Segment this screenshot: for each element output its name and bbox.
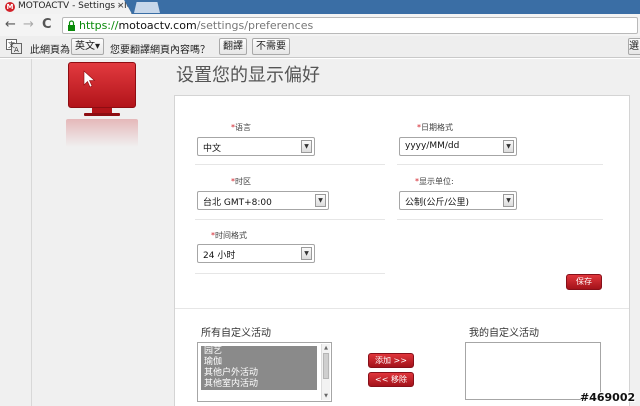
dropdown-arrow-icon: ▼ <box>301 247 312 260</box>
url-text: https://motoactv.com/settings/preference… <box>79 19 314 32</box>
translate-infobar: 文 A 此網頁為 英文▾ 您要翻譯網頁內容嗎？ 翻譯 不需要 選項 <box>0 36 640 58</box>
scrollbar-thumb[interactable] <box>323 353 329 379</box>
chevron-down-icon: ▾ <box>95 41 101 52</box>
page-content: 设置您的显示偏好 *语言 中文 ▼ *日期格式 yyyy/MM/dd ▼ *时区… <box>0 59 640 406</box>
add-activity-button[interactable]: 添加 >> <box>368 353 414 368</box>
tab-close-icon[interactable]: × <box>117 1 125 11</box>
translate-prompt-prefix: 此網頁為 <box>30 45 70 56</box>
timezone-select[interactable]: 台北 GMT+8:00 ▼ <box>197 191 329 210</box>
lock-icon <box>68 20 75 31</box>
monitor-foot <box>84 113 120 116</box>
timezone-value: 台北 GMT+8:00 <box>203 198 272 208</box>
list-item[interactable]: 园艺 <box>201 346 317 357</box>
all-activities-title: 所有自定义活动 <box>201 328 271 339</box>
back-arrow-icon[interactable]: ← <box>5 17 16 32</box>
svg-text:A: A <box>14 46 19 54</box>
source-language-dropdown[interactable]: 英文▾ <box>71 38 105 55</box>
scroll-up-icon[interactable]: ▲ <box>322 345 330 351</box>
dropdown-arrow-icon: ▼ <box>315 194 326 207</box>
reload-icon[interactable]: C <box>42 17 52 32</box>
timezone-label: *时区 <box>231 177 251 186</box>
translate-button[interactable]: 翻譯 <box>219 38 247 55</box>
dropdown-arrow-icon: ▼ <box>301 140 312 153</box>
divider <box>31 59 32 406</box>
time-format-select[interactable]: 24 小时 ▼ <box>197 244 315 263</box>
date-format-label: *日期格式 <box>417 123 453 132</box>
display-monitor-icon <box>68 62 136 108</box>
list-item[interactable]: 其他室内活动 <box>201 379 317 390</box>
translate-options-button[interactable]: 選項 <box>628 38 640 55</box>
watermark: #469002 <box>580 391 636 404</box>
activity-list: 园艺 瑜伽 其他户外活动 其他室内活动 <box>201 346 317 390</box>
new-tab-button[interactable] <box>134 2 160 13</box>
translate-prompt-question: 您要翻譯網頁內容嗎？ <box>110 45 210 56</box>
language-select[interactable]: 中文 ▼ <box>197 137 315 156</box>
listbox-scrollbar[interactable]: ▲ ▼ <box>321 344 330 400</box>
date-format-select[interactable]: yyyy/MM/dd ▼ <box>399 137 517 156</box>
tab-title: MOTOACTV - Settings - M <box>18 1 132 11</box>
list-item[interactable]: 瑜伽 <box>201 357 317 368</box>
all-activities-listbox[interactable]: 园艺 瑜伽 其他户外活动 其他室内活动 ▲ ▼ <box>197 342 332 402</box>
divider <box>397 219 603 220</box>
time-format-value: 24 小时 <box>203 251 236 261</box>
save-button[interactable]: 保存 <box>566 274 602 290</box>
remove-activity-button[interactable]: << 移除 <box>368 372 414 387</box>
display-units-value: 公制(公斤/公里) <box>405 198 470 208</box>
dropdown-arrow-icon: ▼ <box>503 140 514 153</box>
my-activities-title: 我的自定义活动 <box>469 328 539 339</box>
divider <box>195 273 385 274</box>
scroll-down-icon[interactable]: ▼ <box>322 393 330 399</box>
dropdown-arrow-icon: ▼ <box>503 194 514 207</box>
divider <box>397 164 603 165</box>
divider <box>195 164 385 165</box>
monitor-reflection <box>66 119 138 147</box>
display-units-select[interactable]: 公制(公斤/公里) ▼ <box>399 191 517 210</box>
preferences-panel: *语言 中文 ▼ *日期格式 yyyy/MM/dd ▼ *时区 台北 GMT+8… <box>174 95 630 406</box>
divider <box>195 219 385 220</box>
tab-strip: M MOTOACTV - Settings - M × <box>0 0 640 14</box>
divider <box>175 308 629 309</box>
list-item[interactable]: 其他户外活动 <box>201 368 317 379</box>
forward-arrow-icon[interactable]: → <box>23 17 34 32</box>
address-bar[interactable]: https://motoactv.com/settings/preference… <box>62 17 638 34</box>
date-format-value: yyyy/MM/dd <box>405 141 460 151</box>
browser-tab[interactable]: M MOTOACTV - Settings - M × <box>0 0 132 14</box>
page-title: 设置您的显示偏好 <box>176 65 320 86</box>
time-format-label: *时间格式 <box>211 231 247 240</box>
motoactv-favicon-icon: M <box>5 2 15 12</box>
translate-icon: 文 A <box>6 39 22 54</box>
language-label: *语言 <box>231 123 251 132</box>
language-value: 中文 <box>203 144 222 154</box>
decline-translate-button[interactable]: 不需要 <box>252 38 290 55</box>
display-units-label: *显示单位: <box>415 177 454 186</box>
browser-toolbar: ← → C https://motoactv.com/settings/pref… <box>0 14 640 36</box>
cursor-icon <box>83 70 96 88</box>
